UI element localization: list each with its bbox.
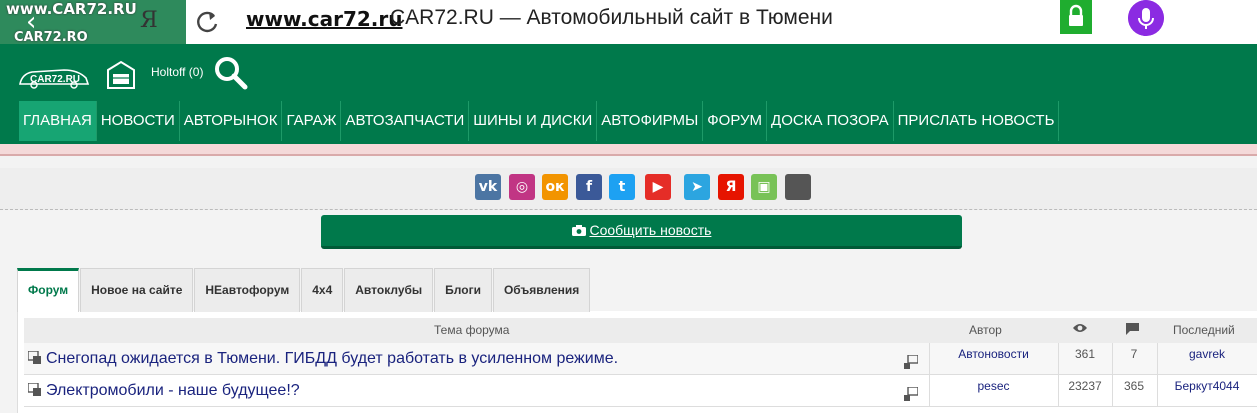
nav-item[interactable]: АВТОРЫНОК (180, 101, 283, 141)
table-body: Снегопад ожидается в Тюмени. ГИБДД будет… (24, 343, 1257, 407)
posts-count: 365 (1123, 379, 1145, 393)
posts-count: 7 (1130, 347, 1138, 361)
android-icon[interactable]: ▣ (751, 174, 777, 200)
views-count: 361 (1074, 347, 1096, 361)
tab-item[interactable]: 4х4 (301, 268, 344, 312)
notice-strip (0, 144, 1257, 156)
posts-header-icon (1126, 323, 1139, 338)
logo-text: CAR72.RU (30, 74, 80, 85)
yandex-browser-icon[interactable]: Я (140, 8, 158, 33)
nav-item[interactable]: ПРИСЛАТЬ НОВОСТЬ (894, 101, 1060, 141)
topic-link[interactable]: Снегопад ожидается в Тюмени. ГИБДД будет… (46, 350, 618, 368)
address-url[interactable]: www.car72.ru (246, 7, 403, 31)
yandex-icon[interactable]: Я (718, 174, 744, 200)
page-title[interactable]: CAR72.RU — Автомобильный сайт в Тюмени (390, 6, 833, 30)
camera-icon (571, 222, 590, 238)
site-logo[interactable]: CAR72.RU (16, 62, 92, 92)
topic-icon (28, 351, 41, 364)
main-nav: ГЛАВНАЯ НОВОСТИ АВТОРЫНОК ГАРАЖ АВТОЗАПЧАСТИ… (19, 101, 1060, 141)
telegram-icon[interactable]: ➤ (684, 174, 710, 200)
author-link[interactable]: pesec (929, 379, 1058, 393)
tab-item[interactable]: Объявления (492, 268, 591, 312)
tab-item[interactable]: Автоклубы (344, 268, 434, 312)
microphone-icon[interactable] (1128, 0, 1164, 36)
search-icon[interactable] (212, 54, 248, 90)
author-link[interactable]: Автоновости (929, 347, 1058, 361)
nav-item[interactable]: АВТОЗАПЧАСТИ (341, 101, 470, 141)
page-root: www.CAR72.RU ‹ CAR72.RO Я www.car72.ru C… (0, 0, 1257, 413)
header-topic: Тема форума (434, 323, 510, 337)
go-to-last-post-icon[interactable] (904, 355, 918, 369)
section-tabs: Форум Новое на сайте НЕавтофорум 4х4 Автоклу… (17, 268, 591, 312)
views-count: 23237 (1068, 379, 1102, 393)
report-news-button[interactable]: Сообщить новость (321, 215, 962, 249)
topic-link[interactable]: Электромобили - наше будущее!? (46, 382, 300, 400)
table-row: Электромобили - наше будущее!? pesec 23237… (24, 375, 1257, 407)
last-poster-link[interactable]: Беркут4044 (1157, 379, 1257, 393)
social-icons-row: vk ◎ ок f t ▶ ➤ Я ▣ (0, 168, 1257, 210)
apple-icon[interactable] (785, 174, 811, 200)
vk-icon[interactable]: vk (475, 174, 501, 200)
views-header-icon (1073, 322, 1087, 337)
nav-item[interactable]: АВТОФИРМЫ (597, 101, 704, 141)
tab-item[interactable]: Новое на сайте (80, 268, 194, 312)
header-last: Последний (1173, 323, 1235, 337)
site-header: CAR72.RU Holtoff (0) ГЛАВНАЯ НОВОСТИ АВТОР… (0, 44, 1257, 144)
odnoklassniki-icon[interactable]: ок (542, 174, 568, 200)
last-poster-link[interactable]: gavrek (1157, 347, 1257, 361)
user-link[interactable]: Holtoff (0) (151, 65, 203, 79)
browser-toolbar: www.CAR72.RU ‹ CAR72.RO Я www.car72.ru C… (0, 0, 1257, 45)
forum-table: Тема форума Автор Последний Снегопад ожи… (24, 318, 1257, 407)
tab-item[interactable]: Блоги (434, 268, 492, 312)
nav-item[interactable]: ФОРУМ (703, 101, 768, 141)
nav-item[interactable]: НОВОСТИ (97, 101, 180, 141)
topic-icon (28, 383, 41, 396)
report-news-label: Сообщить новость (589, 222, 712, 238)
twitter-icon[interactable]: t (609, 174, 635, 200)
lock-icon[interactable] (1060, 0, 1092, 34)
tab-item[interactable]: Форум (17, 268, 80, 312)
nav-item[interactable]: ГЛАВНАЯ (19, 101, 97, 141)
table-row: Снегопад ожидается в Тюмени. ГИБДД будет… (24, 343, 1257, 375)
header-author: Автор (969, 323, 1002, 337)
nav-item[interactable]: ГАРАЖ (282, 101, 342, 141)
instagram-icon[interactable]: ◎ (509, 174, 535, 200)
nav-item[interactable]: ДОСКА ПОЗОРА (767, 101, 894, 141)
nav-item[interactable]: ШИНЫ И ДИСКИ (469, 101, 598, 141)
reload-icon[interactable] (194, 8, 222, 36)
table-header: Тема форума Автор Последний (24, 318, 1257, 343)
browser-left-area: www.CAR72.RU ‹ CAR72.RO Я (0, 0, 186, 45)
garage-icon[interactable] (106, 60, 136, 90)
youtube-icon[interactable]: ▶ (645, 174, 671, 200)
tab-item[interactable]: НЕавтофорум (194, 268, 301, 312)
facebook-icon[interactable]: f (576, 174, 602, 200)
go-to-last-post-icon[interactable] (904, 387, 918, 401)
watermark-name: CAR72.RO (14, 30, 88, 45)
